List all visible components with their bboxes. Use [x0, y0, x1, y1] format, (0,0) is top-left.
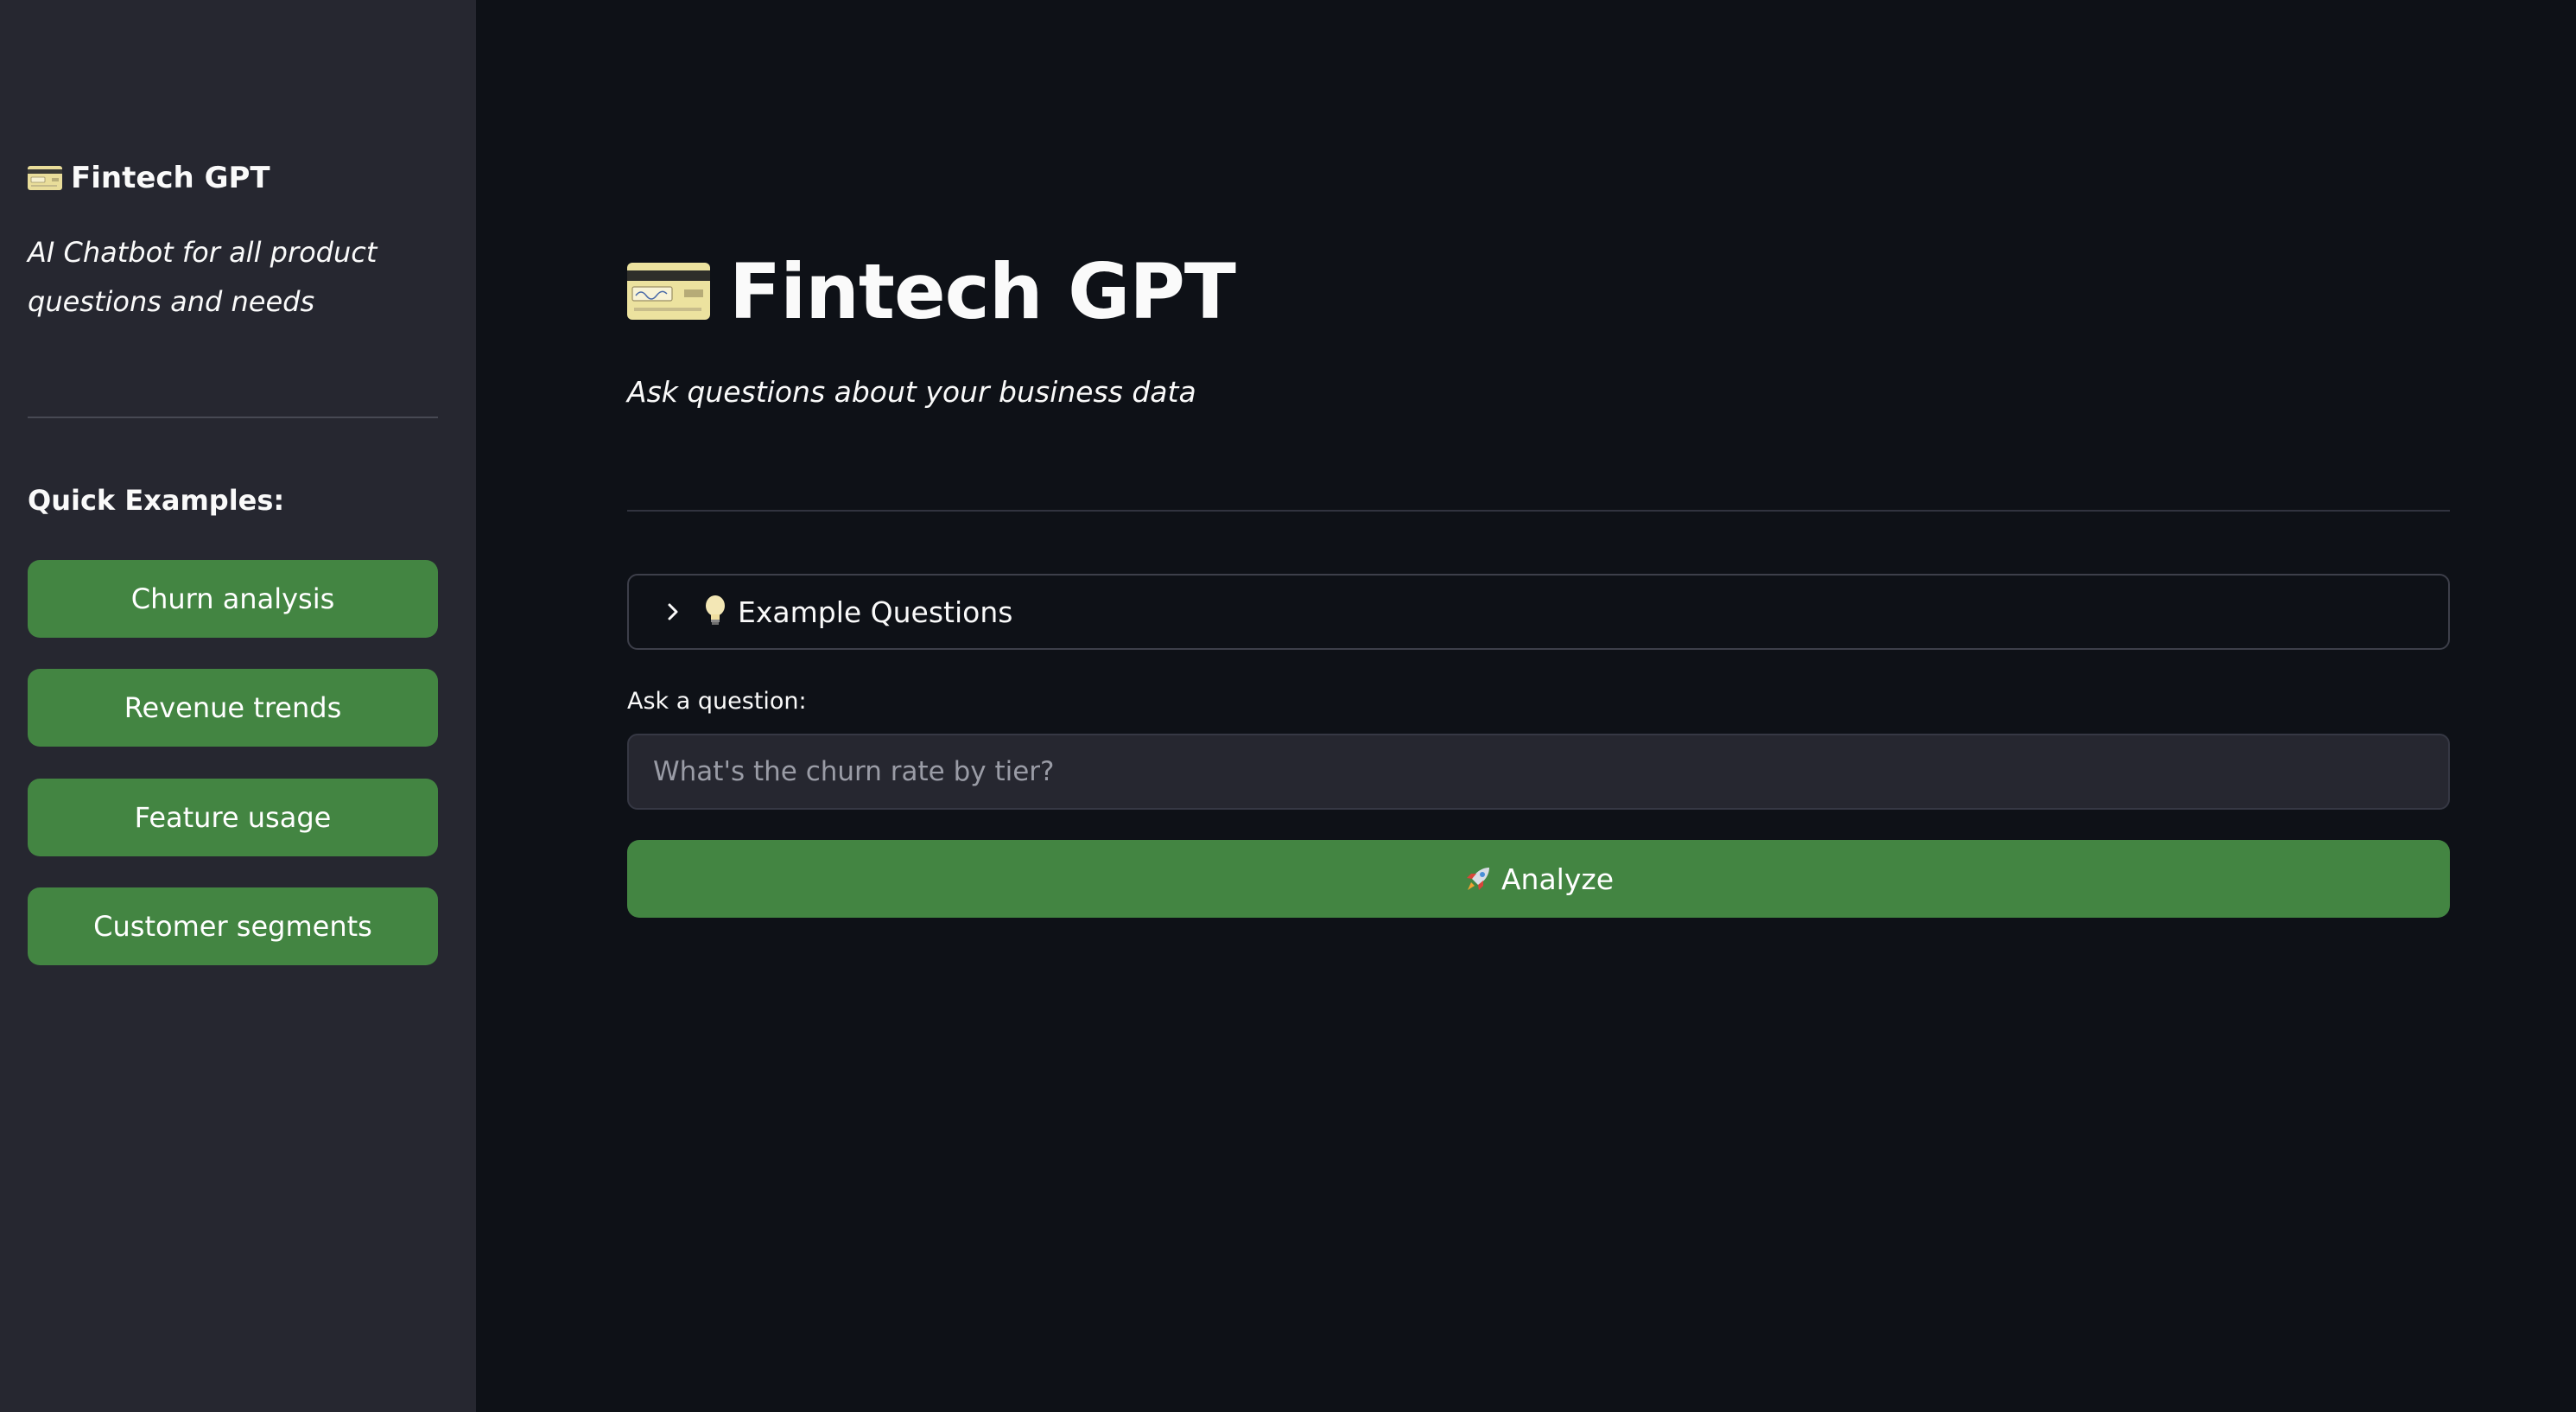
customer-segments-button[interactable]: Customer segments — [28, 887, 438, 965]
credit-card-icon — [28, 166, 62, 190]
analyze-button-label: Analyze — [1501, 862, 1615, 896]
sidebar-divider — [28, 417, 438, 418]
question-label: Ask a question: — [627, 688, 807, 715]
expander-label: Example Questions — [738, 595, 1013, 629]
analyze-button[interactable]: Analyze — [627, 840, 2450, 918]
question-input[interactable] — [627, 734, 2450, 810]
app-root: Fintech GPT AI Chatbot for all product q… — [0, 0, 2576, 1412]
revenue-trends-button[interactable]: Revenue trends — [28, 669, 438, 747]
sidebar: Fintech GPT AI Chatbot for all product q… — [0, 0, 476, 1412]
rocket-icon — [1463, 864, 1493, 894]
example-questions-expander[interactable]: Example Questions — [627, 574, 2450, 650]
page-title: Fintech GPT — [627, 244, 1236, 339]
quick-examples-heading: Quick Examples: — [28, 484, 285, 517]
page-title-text: Fintech GPT — [729, 246, 1236, 336]
lightbulb-icon — [703, 595, 727, 629]
feature-usage-button[interactable]: Feature usage — [28, 779, 438, 856]
churn-analysis-button[interactable]: Churn analysis — [28, 560, 438, 638]
sidebar-title: Fintech GPT — [28, 156, 270, 200]
credit-card-icon — [627, 263, 710, 320]
main-divider — [627, 510, 2450, 512]
sidebar-title-text: Fintech GPT — [71, 161, 270, 195]
page-subtitle: Ask questions about your business data — [627, 375, 1196, 409]
sidebar-subtitle: AI Chatbot for all product questions and… — [28, 236, 378, 318]
chevron-right-icon — [662, 601, 684, 623]
